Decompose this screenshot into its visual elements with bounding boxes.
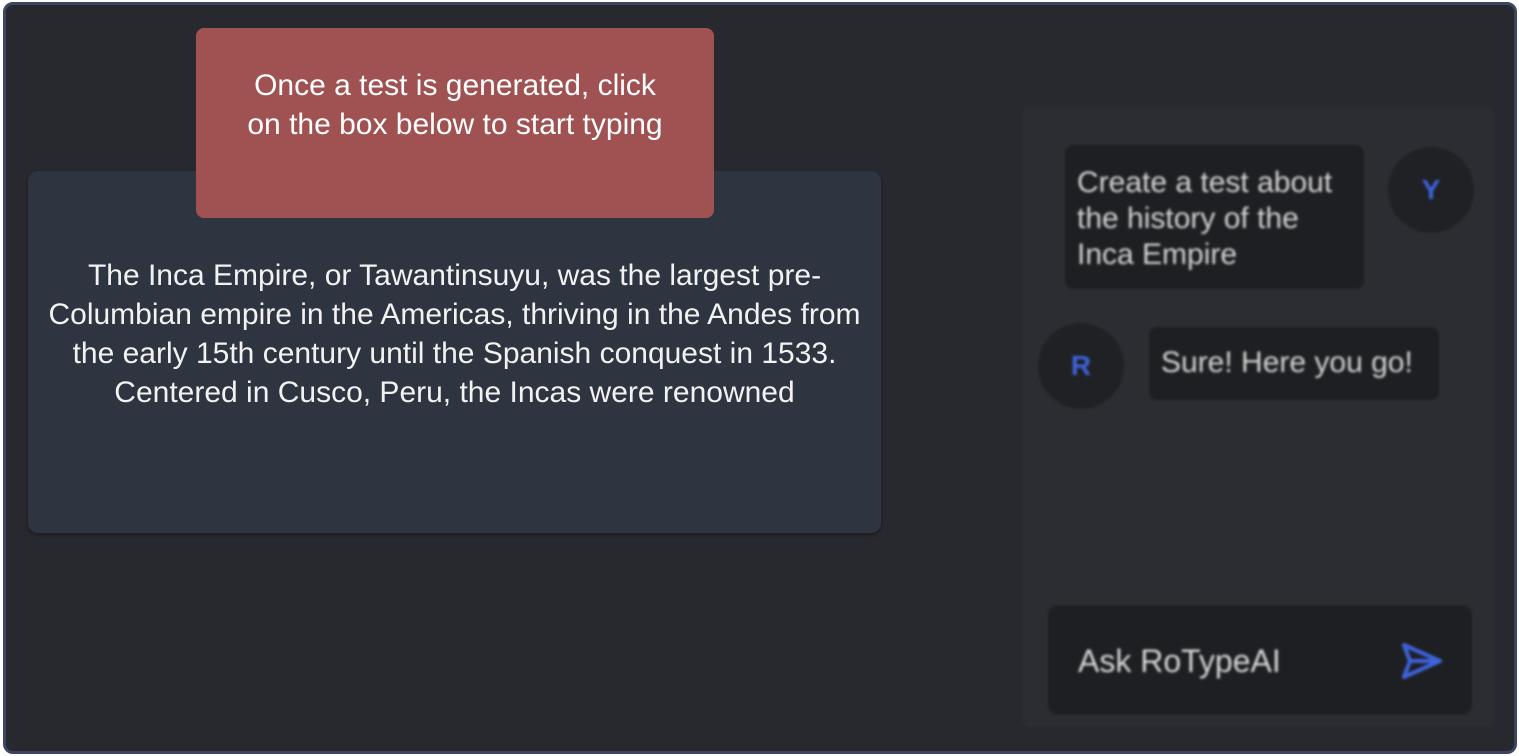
chat-input-placeholder: Ask RoTypeAI	[1078, 643, 1281, 679]
bot-avatar-letter: R	[1070, 350, 1092, 381]
chat-panel: Create a test about the history of the I…	[1022, 107, 1495, 727]
user-avatar-letter: Y	[1421, 174, 1441, 205]
hint-text: Once a test is generated, click on the b…	[247, 69, 663, 141]
typing-test-box[interactable]: The Inca Empire, or Tawantinsuyu, was th…	[28, 171, 881, 533]
bot-avatar: R	[1038, 323, 1124, 409]
user-message-text: Create a test about the history of the I…	[1077, 166, 1333, 271]
hint-tooltip: Once a test is generated, click on the b…	[196, 28, 714, 218]
chat-input[interactable]: Ask RoTypeAI	[1048, 605, 1472, 715]
app-window: The Inca Empire, or Tawantinsuyu, was th…	[3, 2, 1517, 754]
bot-message-text: Sure! Here you go!	[1161, 346, 1413, 379]
user-message-bubble: Create a test about the history of the I…	[1065, 145, 1364, 289]
bot-message-bubble: Sure! Here you go!	[1149, 327, 1439, 400]
user-avatar: Y	[1388, 147, 1474, 233]
typing-test-text: The Inca Empire, or Tawantinsuyu, was th…	[48, 259, 861, 409]
send-icon[interactable]	[1400, 641, 1444, 681]
